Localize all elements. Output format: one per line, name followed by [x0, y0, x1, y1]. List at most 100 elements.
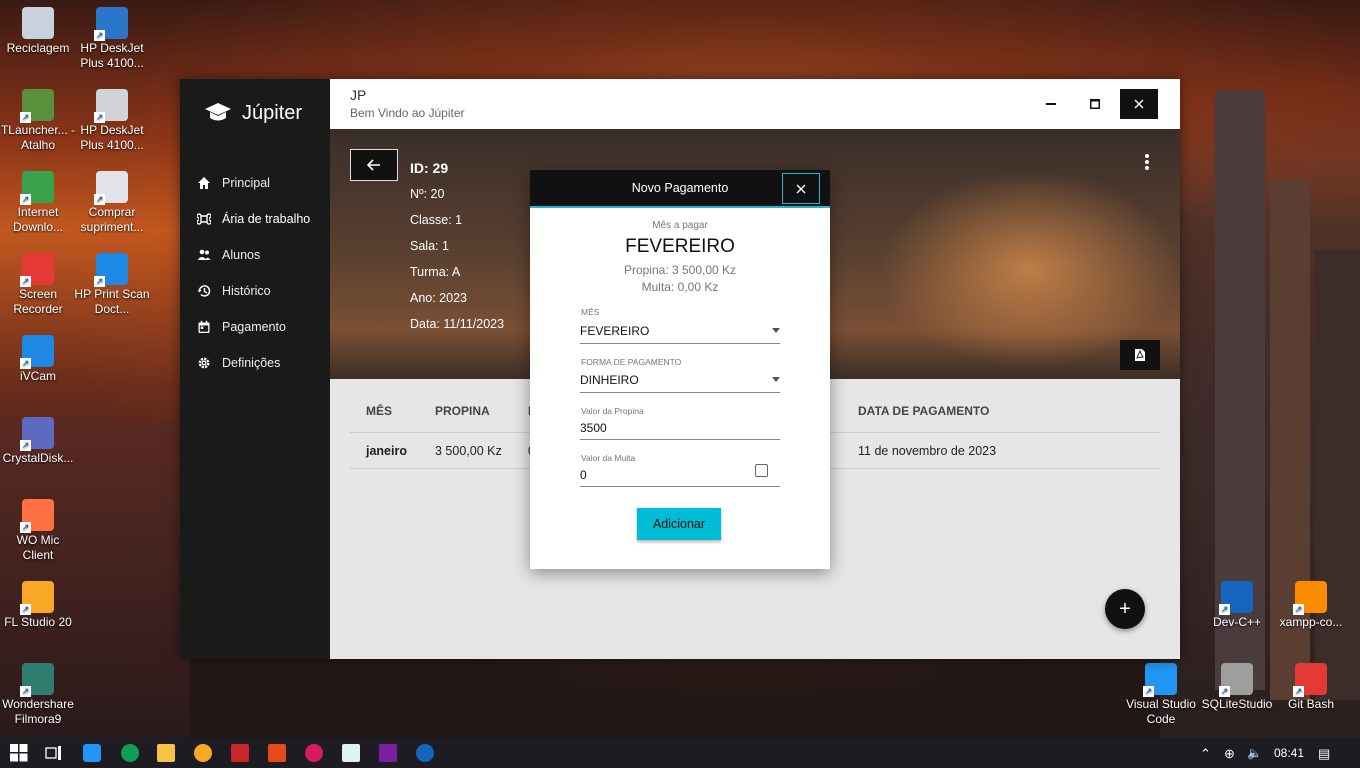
desktop-shortcut[interactable]: Screen Recorder [0, 253, 76, 317]
chevron-up-icon[interactable]: ⌃ [1200, 746, 1211, 762]
minimize-icon [1046, 103, 1056, 105]
propina-info: Propina: 3 500,00 Kz [623, 263, 737, 277]
propina-value-label: Valor da Propina [581, 406, 644, 416]
dropdown-caret-icon [772, 328, 780, 333]
dialog-header: Novo Pagamento [530, 170, 830, 208]
maximize-icon [1090, 99, 1100, 109]
hp-deskjet-icon [94, 7, 128, 41]
multa-checkbox[interactable] [755, 464, 768, 477]
edge-taskbar-icon[interactable] [121, 744, 139, 762]
month-to-pay-label: Mês a pagar [652, 220, 708, 231]
payment-method-value: DINHEIRO [580, 373, 639, 387]
desktop-shortcut-label: SQLiteStudio [1201, 697, 1273, 711]
dialog-close-button[interactable] [782, 173, 820, 204]
student-classe: Classe: 1 [410, 213, 463, 227]
calendar-icon [196, 319, 212, 335]
app-taskbar-icon[interactable] [268, 744, 286, 762]
desktop-shortcut[interactable]: xampp-co... [1273, 581, 1349, 630]
hp-print-scan-icon [94, 253, 128, 287]
sidebar-item-area-de-trabalho[interactable]: Ária de trabalho [196, 201, 330, 237]
multa-value-input[interactable]: Valor da Multa 0 [580, 453, 780, 487]
propina-value-input[interactable]: Valor da Propina 3500 [580, 406, 780, 440]
add-payment-fab[interactable]: + [1105, 589, 1145, 629]
internet-download-icon [20, 171, 54, 205]
desktop-shortcut[interactable]: Git Bash [1273, 663, 1349, 712]
windows-start-icon[interactable] [10, 744, 28, 762]
sidebar-item-label: Definições [222, 356, 281, 370]
access-taskbar-icon[interactable] [231, 744, 249, 762]
globe-icon[interactable]: ⊕ [1224, 746, 1235, 762]
buy-supplies-icon [94, 171, 128, 205]
close-window-button[interactable] [1120, 89, 1158, 119]
desktop-shortcut-label: Screen Recorder [13, 287, 63, 316]
recycle-bin-icon [22, 7, 54, 39]
title-bar: JP Bem Vindo ao Júpiter [330, 79, 1180, 129]
visual-studio-taskbar-icon[interactable] [379, 744, 397, 762]
app-taskbar-icon[interactable] [194, 744, 212, 762]
multa-info: Multa: 0,00 Kz [641, 280, 719, 294]
payment-method-label: Forma de pagamento [581, 357, 682, 367]
desktop-shortcut-label: iVCam [19, 369, 56, 383]
home-icon [196, 175, 212, 191]
desktop-shortcut[interactable]: Dev-C++ [1199, 581, 1275, 630]
propina-value: 3500 [580, 421, 607, 435]
xampp-icon [1293, 581, 1327, 615]
desktop-shortcut-label: Git Bash [1287, 697, 1335, 711]
speaker-icon[interactable]: 🔈 [1247, 746, 1262, 760]
add-button[interactable]: Adicionar [637, 508, 721, 540]
desktop-shortcut-label: Wondershare Filmora9 [2, 697, 74, 726]
student-sala: Sala: 1 [410, 239, 449, 253]
desktop-shortcut[interactable]: WO Mic Client [0, 499, 76, 563]
sidebar-item-alunos[interactable]: Alunos [196, 237, 330, 273]
dev-cpp-icon [1219, 581, 1253, 615]
vscode-icon [1143, 663, 1177, 697]
maximize-button[interactable] [1076, 89, 1114, 119]
sidebar-item-pagamento[interactable]: Pagamento [196, 309, 330, 345]
month-select[interactable]: Mês FEVEREIRO [580, 307, 780, 344]
desktop-shortcut[interactable]: HP DeskJet Plus 4100... [74, 7, 150, 71]
clock-time[interactable]: 08:41 [1274, 746, 1304, 760]
desktop-shortcut[interactable]: FL Studio 20 [0, 581, 76, 630]
student-data: Data: 11/11/2023 [410, 317, 505, 331]
desktop-shortcut[interactable]: SQLiteStudio [1199, 663, 1275, 712]
desktop-shortcut-label: FL Studio 20 [4, 615, 72, 629]
desktop-shortcut-label: Reciclagem [6, 41, 70, 55]
more-options-button[interactable] [1144, 153, 1150, 176]
month-to-pay-value: FEVEREIRO [625, 236, 735, 257]
vscode-taskbar-icon[interactable] [83, 744, 101, 762]
desktop-shortcut[interactable]: Comprar supriment... [74, 171, 150, 235]
student-info: ID: 29 Nº: 20 Classe: 1 Sala: 1 Turma: A… [410, 159, 504, 341]
crystaldisk-icon [20, 417, 54, 451]
command-icon [196, 211, 212, 227]
desktop-shortcut[interactable]: Internet Downlo... [0, 171, 76, 235]
desktop-shortcut-label: CrystalDisk... [2, 451, 74, 465]
sidebar-item-historico[interactable]: Histórico [196, 273, 330, 309]
app-taskbar-icon[interactable] [305, 744, 323, 762]
desktop-shortcut[interactable]: HP Print Scan Doct... [74, 253, 150, 317]
desktop-shortcut[interactable]: Visual Studio Code [1123, 663, 1199, 727]
desktop-shortcut[interactable]: CrystalDisk... [0, 417, 76, 466]
file-explorer-icon[interactable] [157, 744, 175, 762]
sidebar-item-label: Alunos [222, 248, 261, 262]
minimize-button[interactable] [1032, 89, 1070, 119]
desktop-shortcut[interactable]: HP DeskJet Plus 4100... [74, 89, 150, 153]
task-view-icon[interactable] [45, 744, 63, 762]
screen-recorder-icon [20, 253, 54, 287]
desktop-shortcut[interactable]: Wondershare Filmora9 [0, 663, 76, 727]
notepad-taskbar-icon[interactable] [342, 744, 360, 762]
desktop-shortcut[interactable]: Reciclagem [0, 7, 76, 56]
sqlitestudio-icon [1219, 663, 1253, 697]
sidebar-item-principal[interactable]: Principal [196, 165, 330, 201]
desktop-shortcut-label: Internet Downlo... [12, 205, 64, 234]
payment-method-select[interactable]: Forma de pagamento DINHEIRO [580, 357, 780, 393]
notifications-icon[interactable]: ▤ [1318, 746, 1330, 762]
export-pdf-button[interactable] [1120, 340, 1160, 370]
sidebar-item-definicoes[interactable]: Definições [196, 345, 330, 381]
back-button[interactable] [350, 149, 398, 181]
arrow-left-icon [367, 159, 380, 171]
app-taskbar-icon[interactable] [416, 744, 434, 762]
desktop-shortcut-label: HP DeskJet Plus 4100... [80, 123, 144, 152]
desktop-shortcut[interactable]: iVCam [0, 335, 76, 384]
month-select-label: Mês [581, 307, 600, 317]
desktop-shortcut[interactable]: TLauncher... - Atalho [0, 89, 76, 153]
